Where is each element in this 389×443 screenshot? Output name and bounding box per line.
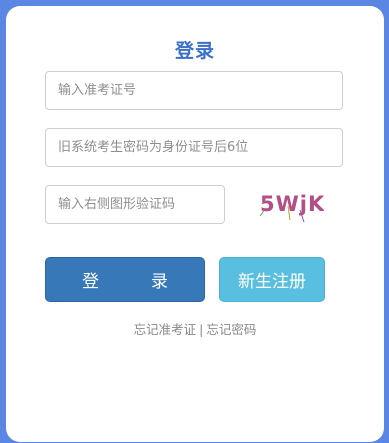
ticket-number-input[interactable] (45, 71, 343, 110)
register-button[interactable]: 新生注册 (219, 257, 325, 302)
page-title: 登录 (174, 40, 215, 62)
forgot-ticket-link[interactable]: 忘记准考证 (134, 322, 197, 337)
password-input[interactable] (45, 128, 343, 167)
link-separator: | (199, 322, 204, 337)
captcha-text: 5WjK (260, 192, 324, 216)
forgot-password-link[interactable]: 忘记密码 (206, 322, 256, 337)
login-button-label-2: 录 (151, 272, 168, 292)
captcha-input[interactable] (45, 185, 225, 224)
help-links: 忘记准考证 | 忘记密码 (6, 319, 384, 338)
captcha-image[interactable]: 5WjK (254, 186, 324, 224)
register-button-label: 新生注册 (238, 272, 306, 292)
login-card: 登录 5WjK 登录 新生注册 忘记准考证|忘记密码 (6, 6, 384, 442)
login-button-label-1: 登 (82, 272, 99, 292)
login-button[interactable]: 登录 (45, 257, 205, 302)
